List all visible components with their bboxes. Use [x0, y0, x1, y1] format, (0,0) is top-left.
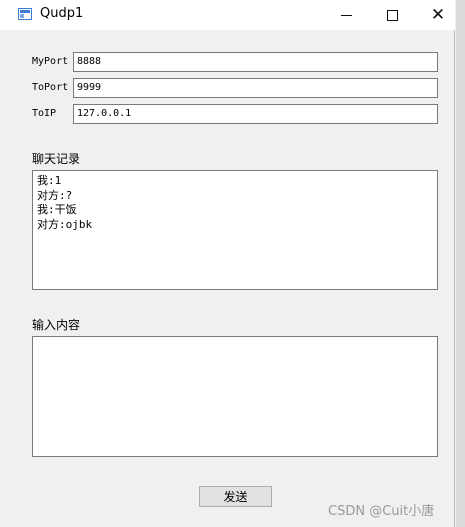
window-title: Qudp1: [40, 6, 84, 21]
minimize-icon: [340, 14, 352, 16]
title-bar[interactable]: Qudp1 ✕: [0, 0, 455, 30]
watermark: CSDN @Cuit小唐: [328, 504, 435, 519]
chat-line: 我:1: [37, 174, 62, 187]
chat-line: 我:干饭: [37, 203, 77, 216]
app-window-icon: [18, 8, 32, 20]
toip-input[interactable]: 127.0.0.1: [73, 104, 438, 124]
close-button[interactable]: ✕: [415, 0, 461, 30]
minimize-button[interactable]: [323, 0, 369, 30]
myport-label: MyPort: [32, 56, 69, 67]
toport-input[interactable]: 9999: [73, 78, 438, 98]
input-label: 输入内容: [32, 318, 81, 332]
maximize-button[interactable]: [369, 0, 415, 30]
background-window-edge: [456, 0, 465, 527]
close-icon: ✕: [430, 5, 446, 25]
chat-line: 对方:?: [37, 188, 73, 202]
toport-label: ToPort: [32, 82, 69, 93]
toip-label: ToIP: [32, 108, 57, 119]
send-button[interactable]: 发送: [199, 486, 272, 507]
chat-history-label: 聊天记录: [32, 152, 81, 166]
myport-input[interactable]: 8888: [73, 52, 438, 72]
message-input[interactable]: [32, 336, 438, 457]
qudp-window: Qudp1 ✕ MyPort 8888 ToPort 9999 ToIP 127…: [0, 0, 455, 527]
chat-history-box[interactable]: 我:1 对方:? 我:干饭 对方:ojbk: [32, 170, 438, 290]
chat-line: 对方:ojbk: [37, 217, 93, 231]
maximize-icon: [386, 9, 398, 21]
